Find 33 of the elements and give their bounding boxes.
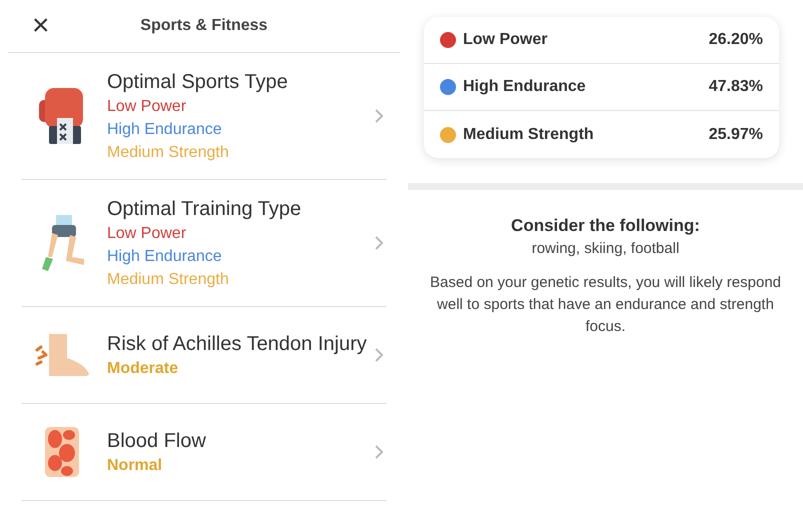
chevron-right-icon	[374, 444, 384, 460]
legend-value: 26.20%	[708, 30, 763, 50]
advice-sports: rowing, skiing, football	[532, 239, 680, 259]
list-item[interactable]: Blood Flow Normal	[22, 404, 386, 501]
item-title: Risk of Achilles Tendon Injury	[107, 332, 368, 356]
chevron-right-icon	[374, 235, 384, 251]
legend-label: High Endurance	[463, 77, 587, 97]
item-title: Optimal Training Type	[107, 196, 302, 222]
item-value: Normal	[107, 456, 164, 476]
legend-label: Low Power	[463, 30, 548, 50]
item-value: Low Power	[107, 96, 188, 116]
item-value: High Endurance	[107, 246, 223, 266]
close-button[interactable]: ×	[32, 11, 50, 41]
chevron-right-icon	[374, 347, 384, 363]
legend-value: 25.97%	[708, 124, 763, 144]
item-value: Medium Strength	[107, 270, 230, 290]
item-value: High Endurance	[107, 120, 223, 140]
blood-cells-icon	[44, 425, 78, 479]
foot-icon	[34, 332, 88, 378]
item-value: Moderate	[107, 358, 180, 378]
advice-heading: Consider the following:	[511, 215, 700, 237]
legend-label: Medium Strength	[463, 124, 595, 144]
chevron-right-icon	[374, 108, 384, 124]
legend-value: 47.83%	[708, 77, 763, 97]
item-title: Optimal Sports Type	[107, 70, 289, 94]
list-item[interactable]: Optimal Sports Type Low Power High Endurance Medium Strength	[22, 53, 386, 180]
item-value: Low Power	[107, 224, 188, 244]
list-item[interactable]: Optimal Training Type Low Power High Endurance Medium Strength	[22, 180, 386, 307]
advice-text: Based on your genetic results, you will likely respond well to sports that have an endurance and strength focus.	[430, 273, 781, 337]
item-value: Medium Strength	[107, 142, 230, 162]
item-title: Blood Flow	[107, 428, 207, 454]
page-title: Sports & Fitness	[140, 16, 268, 36]
list-item[interactable]: Risk of Achilles Tendon Injury Moderate	[22, 307, 386, 404]
